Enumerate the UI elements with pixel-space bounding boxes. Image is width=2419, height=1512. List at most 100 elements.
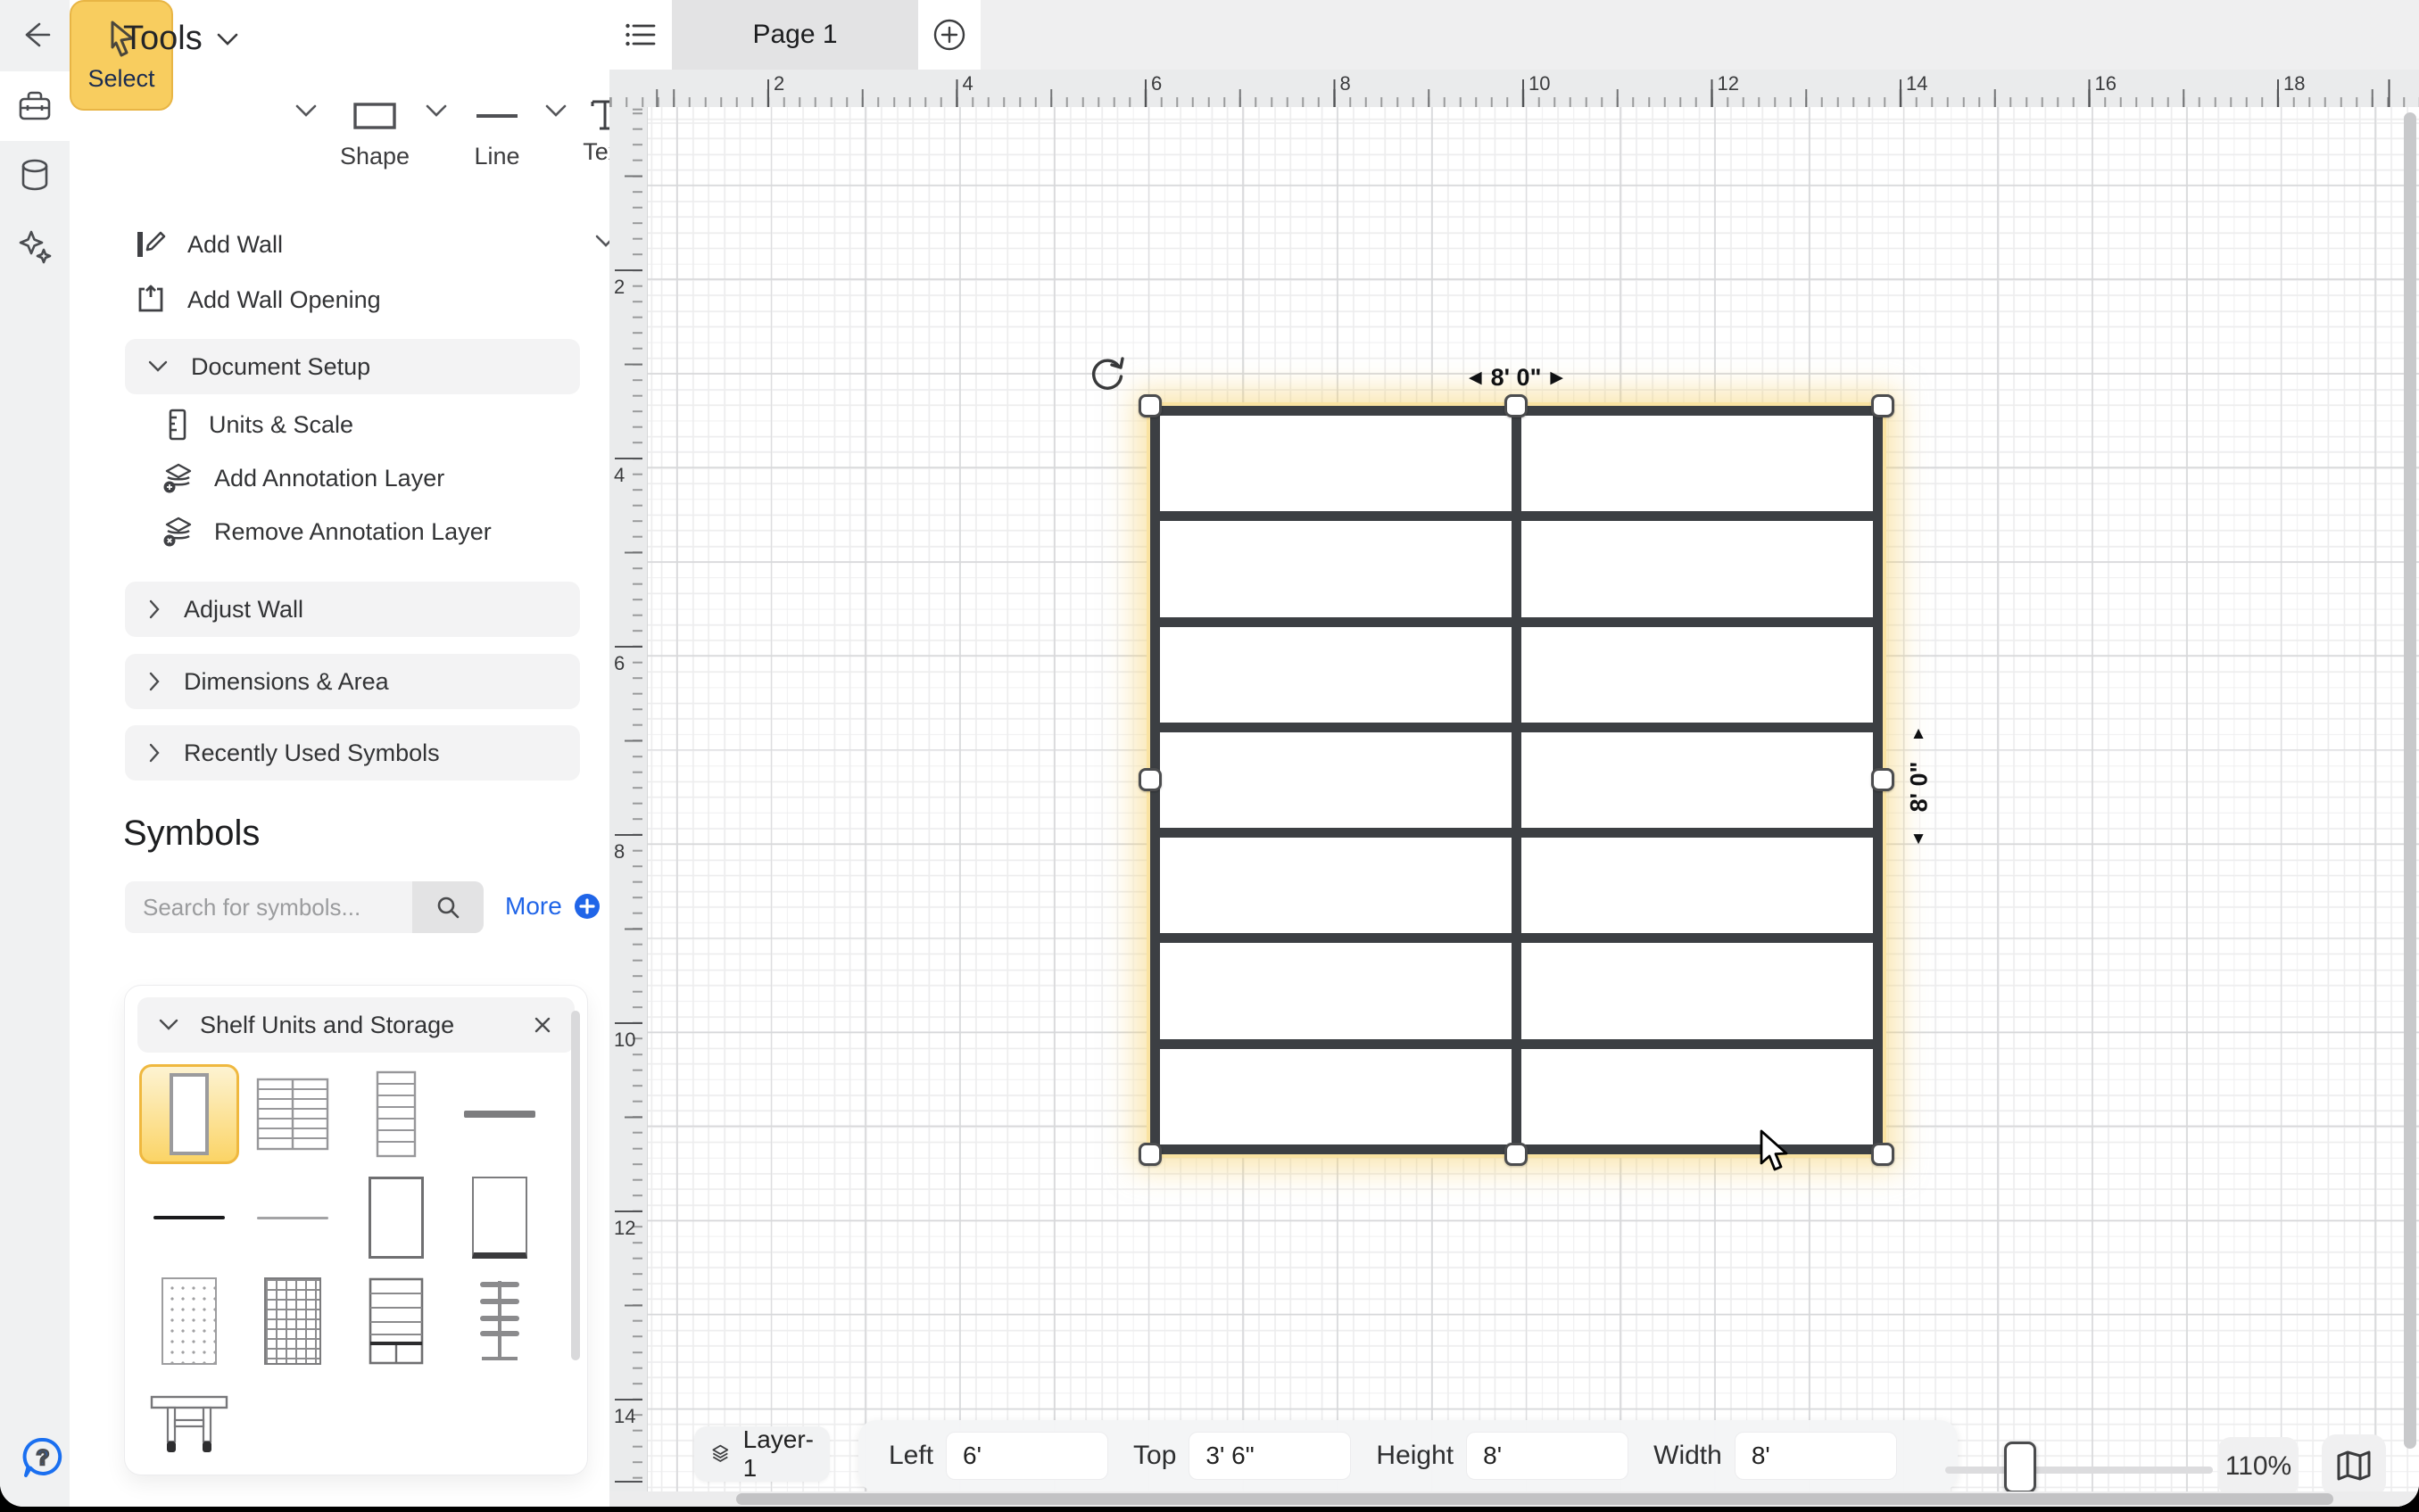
shelf-cell [1521,943,1873,1038]
horizontal-scrollbar[interactable] [609,1491,2419,1507]
add-annotation-layer-item[interactable]: Add Annotation Layer [162,457,444,500]
add-wall-label: Add Wall [187,231,283,259]
zoom-slider-thumb[interactable] [2004,1442,2036,1493]
shelf-cell [1160,943,1512,1038]
more-label: More [505,892,562,921]
symbol-search-button[interactable] [412,881,484,933]
thick-wall-line-icon [464,1111,535,1118]
adjust-wall-section[interactable]: Adjust Wall [125,582,580,637]
vertical-scrollbar-thumb[interactable] [2404,112,2416,1449]
add-wall-opening-button[interactable]: Add Wall Opening [134,278,381,321]
top-field-input[interactable] [1189,1432,1351,1480]
category-close-button[interactable] [532,1014,553,1036]
remove-annotation-layer-item[interactable]: Remove Annotation Layer [162,510,492,553]
symbol-wire-rack[interactable] [243,1271,343,1371]
shelf-unit-plan-icon [170,1073,209,1155]
adjust-wall-label: Adjust Wall [184,596,303,624]
symbol-workbench-side[interactable] [139,1375,239,1475]
width-field-input[interactable] [1735,1432,1897,1480]
toolbox-icon [16,87,54,125]
symbol-thick-wall-line[interactable] [450,1064,550,1164]
tools-panel: Tools Select Shape Line [70,0,610,1507]
shelf-cell [1521,732,1873,828]
h-ruler-number: 4 [963,72,973,95]
more-symbols-button[interactable]: More [505,892,601,921]
h-ruler-number: 14 [1906,72,1927,95]
symbol-grid [139,1064,567,1475]
document-setup-section[interactable]: Document Setup [125,339,580,394]
resize-handle-s[interactable] [1504,1143,1528,1166]
symbol-solid-black-line[interactable] [139,1168,239,1268]
line-icon [472,100,522,132]
height-field-input[interactable] [1466,1432,1628,1480]
symbol-double-shelf-grid[interactable] [243,1064,343,1164]
recently-used-symbols-section[interactable]: Recently Used Symbols [125,725,580,781]
symbol-single-shelf-column[interactable] [346,1064,446,1164]
app-window: ? Tools Select Shape [0,0,2419,1507]
symbol-rectangle-thick-base[interactable] [450,1168,550,1268]
chevron-right-icon [148,599,161,619]
resize-handle-ne[interactable] [1871,394,1894,417]
left-field-input[interactable] [946,1432,1108,1480]
drawing-canvas[interactable]: ◀ 8' 0" ▶ ▲ 8' 0" ▼ [648,107,2419,1507]
layer-chip[interactable]: Layer-1 [694,1426,830,1482]
right-arrow-icon: ▶ [1550,368,1563,388]
symbol-shelf-front-view[interactable] [346,1271,446,1371]
zoom-slider-track[interactable] [1945,1467,2213,1474]
panel-title[interactable]: Tools [123,20,238,58]
tool-line-button[interactable]: Line [453,100,541,170]
symbol-shelf-unit-plan[interactable] [139,1064,239,1164]
symbol-thin-gray-line[interactable] [243,1168,343,1268]
remove-annotation-layer-label: Remove Annotation Layer [214,518,492,546]
chevron-down-icon [148,360,168,373]
symbol-open-rectangle[interactable] [346,1168,446,1268]
wire-rack-icon [264,1277,321,1365]
select-dropdown-chevron[interactable] [294,103,318,118]
resize-handle-sw[interactable] [1139,1143,1162,1166]
canvas-region: Page 1 24681012141618 2468101214 [609,0,2419,1507]
v-ruler-number: 4 [614,464,625,487]
resize-handle-n[interactable] [1504,394,1528,417]
sparkles-icon [16,227,54,264]
shape-properties-bar: Left Top Height Width [858,1420,1958,1491]
rail-item-toolbox[interactable] [0,71,70,141]
tool-shape-button[interactable]: Shape [330,100,419,170]
page-list-button[interactable] [609,0,672,70]
symbol-shelf-post-side[interactable] [450,1271,550,1371]
tool-shape-label: Shape [340,143,410,170]
shape-dropdown-chevron[interactable] [425,103,448,118]
layers-icon [710,1439,731,1469]
width-field-label: Width [1653,1441,1722,1471]
back-button[interactable] [0,0,70,70]
tab-page-1[interactable]: Page 1 [672,0,918,70]
add-wall-button[interactable]: Add Wall [134,223,283,266]
zoom-level-badge[interactable]: 110% [2218,1437,2299,1496]
shelf-shape[interactable] [1150,406,1883,1154]
height-dimension-label[interactable]: ▲ 8' 0" ▼ [1895,715,1942,858]
minimap-button[interactable] [2322,1434,2386,1497]
resize-handle-w[interactable] [1139,768,1162,791]
rail-item-magic[interactable] [0,211,70,280]
chevron-down-icon [159,1019,178,1031]
horizontal-scrollbar-thumb[interactable] [736,1493,2333,1505]
width-dimension-value: 8' 0" [1491,364,1542,392]
symbol-panel-scrollbar[interactable] [571,1011,580,1360]
dimensions-area-section[interactable]: Dimensions & Area [125,654,580,709]
plus-circle-icon [573,892,601,921]
v-ruler: 2468101214 [609,107,648,1507]
symbol-search-input[interactable] [125,881,412,933]
rail-item-data[interactable] [0,141,70,211]
resize-handle-nw[interactable] [1139,394,1162,417]
symbol-pegboard[interactable] [139,1271,239,1371]
rotate-handle-icon[interactable] [1087,353,1128,394]
resize-handle-se[interactable] [1871,1143,1894,1166]
width-dimension-label[interactable]: ◀ 8' 0" ▶ [1469,364,1563,392]
chevron-right-icon [148,743,161,763]
add-page-button[interactable] [918,0,981,70]
category-header[interactable]: Shelf Units and Storage [137,997,575,1053]
units-scale-item[interactable]: Units & Scale [166,403,353,446]
open-rectangle-icon [369,1177,424,1259]
search-icon [435,894,461,921]
help-button[interactable]: ? [18,1433,68,1487]
database-icon [17,157,53,194]
